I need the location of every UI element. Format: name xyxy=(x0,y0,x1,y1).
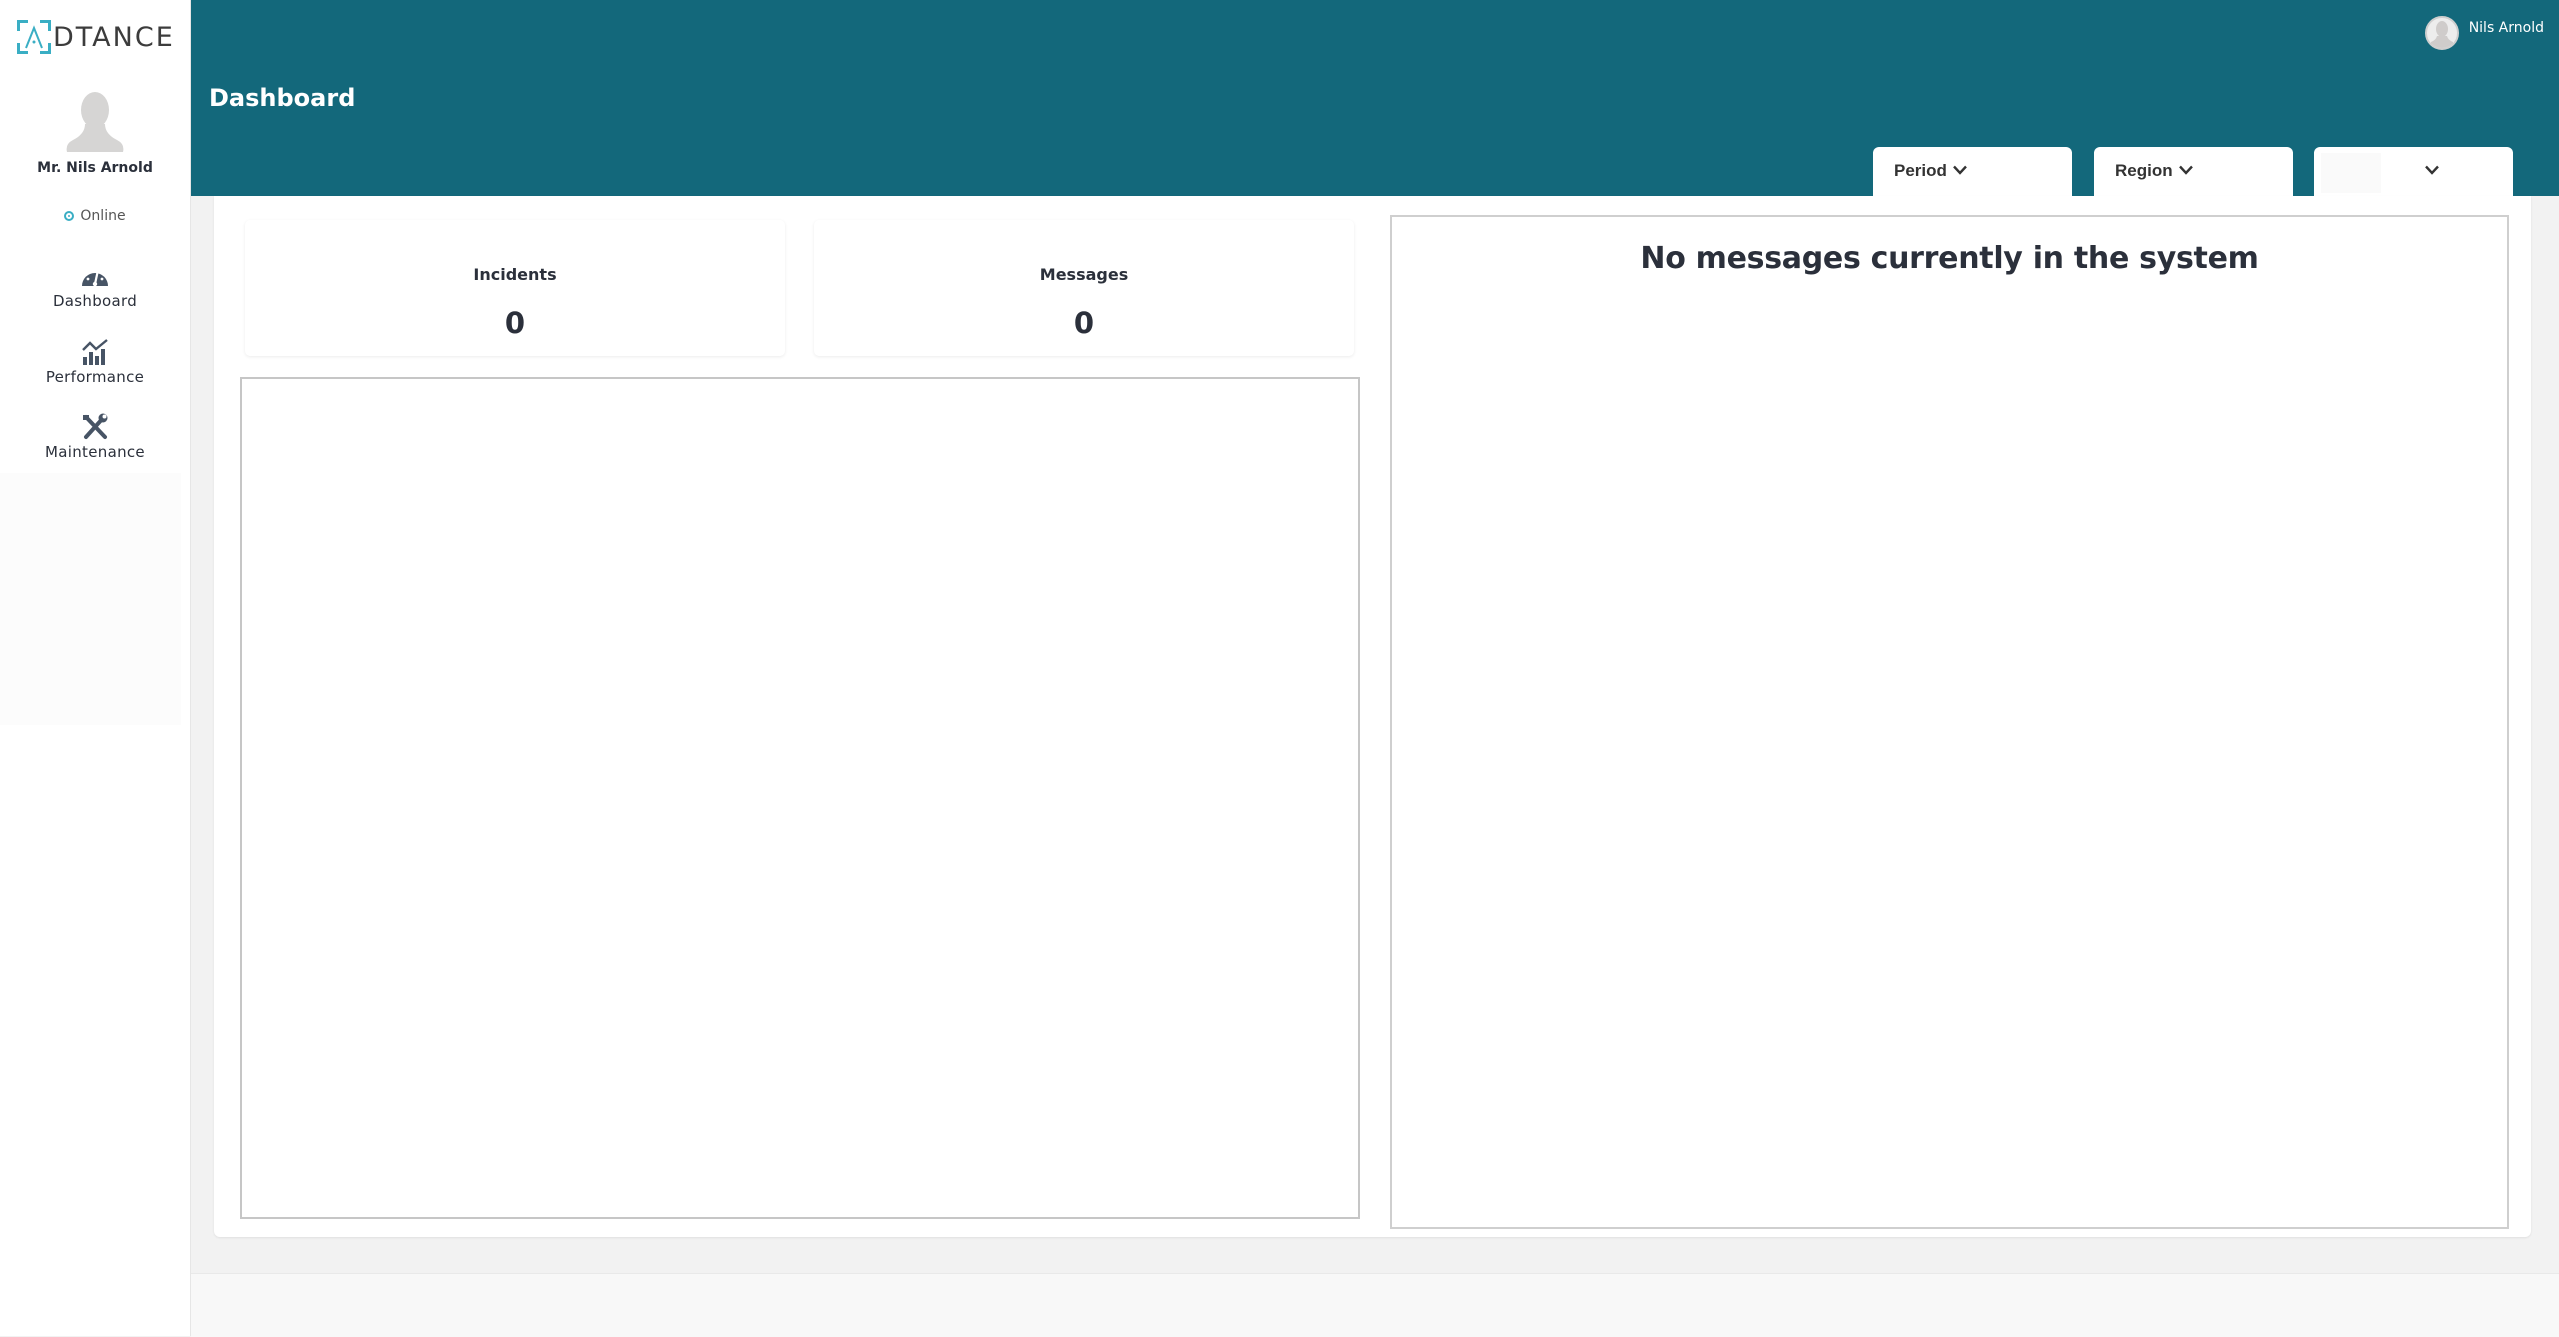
stat-value: 0 xyxy=(504,306,526,340)
sidebar-item-performance[interactable]: Performance xyxy=(0,338,190,386)
logo[interactable]: DTANCE xyxy=(17,19,175,55)
region-filter-dropdown[interactable]: Region xyxy=(2094,147,2293,197)
profile-name: Mr. Nils Arnold xyxy=(37,160,153,176)
user-menu[interactable]: Nils Arnold xyxy=(2424,16,2544,50)
status-label: Online xyxy=(80,208,126,224)
sidebar-item-label: Maintenance xyxy=(45,443,145,461)
chevron-down-icon xyxy=(2178,165,2193,175)
online-status: Online xyxy=(0,208,190,224)
logo-text: DTANCE xyxy=(53,21,175,53)
status-dot-icon xyxy=(64,211,75,221)
stat-label: Messages xyxy=(1039,265,1129,284)
sidebar: DTANCE Mr. Nils Arnold Online Dashboard … xyxy=(0,0,191,1336)
chevron-down-icon xyxy=(2424,165,2439,175)
period-filter-dropdown[interactable]: Period xyxy=(1873,147,2072,197)
page-title: Dashboard xyxy=(209,84,356,112)
messages-stat-card[interactable]: Messages 0 xyxy=(814,220,1354,356)
messages-empty-text: No messages currently in the system xyxy=(1640,241,2259,276)
sidebar-item-maintenance[interactable]: Maintenance xyxy=(0,413,190,461)
sidebar-item-label: Dashboard xyxy=(52,292,138,310)
top-header: Dashboard Nils Arnold Period Region xyxy=(190,0,2559,197)
chevron-down-icon xyxy=(1953,165,1967,175)
logo-mark-icon xyxy=(17,20,51,54)
stat-value: 0 xyxy=(1073,306,1095,340)
third-filter-placeholder xyxy=(2321,153,2381,193)
chart-panel xyxy=(240,377,1360,1219)
user-avatar xyxy=(2424,16,2459,50)
sidebar-empty-area xyxy=(0,473,181,725)
third-filter-dropdown[interactable] xyxy=(2314,147,2513,197)
region-filter-label: Region xyxy=(2115,161,2173,180)
dashboard-gauge-icon xyxy=(82,269,108,287)
sidebar-item-label: Performance xyxy=(45,368,145,386)
period-filter-label: Period xyxy=(1894,161,1947,180)
sidebar-item-dashboard[interactable]: Dashboard xyxy=(0,262,190,310)
profile-avatar xyxy=(61,88,129,156)
dashboard-content: Incidents 0 Messages 0 No messages curre… xyxy=(214,196,2531,1237)
maintenance-tools-icon xyxy=(83,413,108,439)
performance-chart-icon xyxy=(82,339,108,365)
footer xyxy=(191,1273,2559,1337)
messages-panel: No messages currently in the system xyxy=(1390,215,2509,1229)
incidents-stat-card[interactable]: Incidents 0 xyxy=(245,220,785,356)
user-name: Nils Arnold xyxy=(2468,20,2544,36)
stat-label: Incidents xyxy=(473,265,557,284)
